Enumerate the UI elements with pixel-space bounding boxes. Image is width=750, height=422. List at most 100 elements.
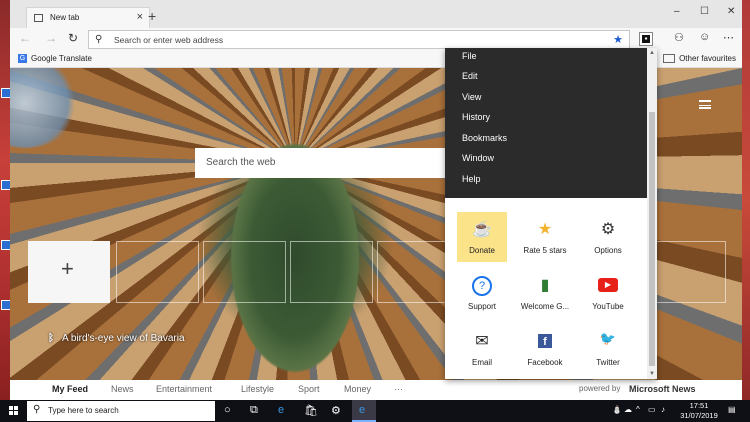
rate-label: Rate 5 stars: [523, 246, 567, 255]
menu-item-file[interactable]: File: [462, 51, 477, 61]
menu-item-help[interactable]: Help: [462, 174, 481, 184]
favourite-label: Google Translate: [31, 54, 92, 63]
menu-item-view[interactable]: View: [462, 92, 481, 102]
tray-overflow-icon[interactable]: ^: [636, 405, 640, 414]
scroll-up-icon[interactable]: ▲: [649, 50, 655, 56]
minimize-button[interactable]: –: [674, 6, 680, 17]
back-icon[interactable]: ←: [19, 31, 31, 45]
star-icon: ★: [537, 221, 553, 238]
plus-icon: +: [61, 256, 74, 281]
coffee-icon: ☕: [472, 221, 492, 238]
page-settings-menu-icon[interactable]: [699, 100, 711, 109]
web-search-placeholder: Search the web: [206, 157, 276, 168]
desktop-left-strip: [0, 0, 11, 400]
notifications-icon[interactable]: ▤: [728, 405, 736, 414]
taskbar: ⚲ Type here to search ○ ⧉ e 🛍 ⚙ e ⛄ ☁ ^ …: [0, 400, 750, 422]
extension-menu-button[interactable]: ▪: [639, 32, 653, 46]
google-translate-icon: G: [18, 54, 27, 64]
facebook-icon: f: [538, 334, 552, 348]
donate-button[interactable]: ☕ Donate: [457, 212, 507, 262]
desktop-right-strip: [742, 0, 750, 400]
task-view-icon[interactable]: ⧉: [250, 404, 258, 417]
twitter-icon: 🐦: [599, 331, 617, 346]
scrollbar-thumb[interactable]: [649, 112, 655, 366]
add-site-tile[interactable]: +: [28, 241, 110, 303]
people-icon[interactable]: ⛄: [612, 405, 622, 414]
menu-item-bookmarks[interactable]: Bookmarks: [462, 133, 507, 143]
taskbar-clock[interactable]: 17:51 31/07/2019: [679, 401, 719, 421]
image-caption[interactable]: ᛒ A bird's-eye view of Bavaria: [48, 333, 185, 344]
bing-logo-icon: ᛒ: [48, 333, 54, 344]
feed-tab-lifestyle[interactable]: Lifestyle: [241, 384, 274, 394]
taskbar-search-box[interactable]: ⚲ Type here to search: [27, 401, 215, 421]
tab-close-icon[interactable]: ×: [137, 11, 143, 23]
favourite-google-translate[interactable]: G Google Translate: [18, 54, 92, 64]
gear-icon: ⚙: [600, 221, 616, 238]
onedrive-icon[interactable]: ☁: [624, 405, 632, 414]
search-icon: ⚲: [33, 404, 41, 415]
twitter-button[interactable]: 🐦 Twitter: [583, 324, 633, 374]
tab-favicon-icon: [34, 14, 43, 22]
other-favourites-label: Other favourites: [679, 54, 736, 63]
options-button[interactable]: ⚙ Options: [583, 212, 633, 262]
edge-browser-icon: e: [359, 404, 366, 416]
email-button[interactable]: ✉ Email: [457, 324, 507, 374]
close-window-button[interactable]: ✕: [727, 6, 735, 17]
empty-site-tile[interactable]: [203, 241, 286, 303]
title-bar: New tab × + – ☐ ✕: [10, 0, 742, 28]
search-icon: ⚲: [95, 34, 103, 45]
edge-active-app[interactable]: e: [352, 400, 376, 422]
feed-tab-sport[interactable]: Sport: [298, 384, 320, 394]
powered-by-label: powered by: [579, 384, 621, 393]
network-icon[interactable]: ▭: [648, 405, 656, 414]
empty-site-tile[interactable]: [290, 241, 373, 303]
scroll-down-icon[interactable]: ▼: [649, 371, 655, 377]
maximize-button[interactable]: ☐: [700, 6, 709, 17]
settings-gear-icon[interactable]: ⚙: [331, 404, 341, 417]
new-tab-button[interactable]: +: [148, 8, 156, 24]
youtube-label: YouTube: [592, 302, 624, 311]
menu-item-edit[interactable]: Edit: [462, 71, 478, 81]
cortana-icon[interactable]: ○: [224, 404, 231, 416]
menu-scrollbar[interactable]: ▲ ▼: [647, 48, 657, 379]
forward-icon[interactable]: →: [45, 31, 57, 45]
youtube-icon: ▶: [598, 278, 618, 292]
empty-site-tile[interactable]: [656, 241, 726, 303]
support-label: Support: [467, 302, 497, 311]
refresh-icon[interactable]: ↻: [68, 31, 78, 45]
other-favourites[interactable]: Other favourites: [663, 54, 736, 64]
feed-tab-news[interactable]: News: [111, 384, 134, 394]
taskbar-search-placeholder: Type here to search: [48, 406, 119, 415]
support-button[interactable]: ? Support: [457, 268, 507, 318]
facebook-label: Facebook: [527, 358, 563, 367]
tab-new-tab[interactable]: New tab ×: [26, 7, 150, 28]
volume-icon[interactable]: ♪: [661, 405, 665, 414]
youtube-button[interactable]: ▶ YouTube: [583, 268, 633, 318]
menu-item-window[interactable]: Window: [462, 153, 494, 163]
empty-site-tile[interactable]: [116, 241, 199, 303]
emoji-icon[interactable]: ☺: [699, 31, 710, 43]
rate-button[interactable]: ★ Rate 5 stars: [520, 212, 570, 262]
menu-item-history[interactable]: History: [462, 112, 490, 122]
feed-tab-entertainment[interactable]: Entertainment: [156, 384, 212, 394]
profile-icon[interactable]: ⚇: [674, 31, 684, 44]
clock-time: 17:51: [689, 401, 709, 410]
store-icon[interactable]: 🛍: [304, 404, 318, 417]
microsoft-news-label[interactable]: Microsoft News: [629, 384, 696, 394]
feed-more-button[interactable]: ···: [394, 384, 403, 394]
question-icon: ?: [472, 276, 492, 296]
feed-tab-money[interactable]: Money: [344, 384, 371, 394]
welcome-button[interactable]: ▮ Welcome G...: [520, 268, 570, 318]
favourite-star-icon[interactable]: ★: [613, 33, 623, 46]
extension-menu-panel: File Edit View History Bookmarks Window …: [445, 48, 657, 379]
address-bar[interactable]: ⚲ Search or enter web address ★: [88, 30, 630, 49]
background-sky: [10, 68, 80, 148]
feed-tab-my-feed[interactable]: My Feed: [52, 384, 88, 394]
edge-icon[interactable]: e: [278, 404, 284, 416]
more-icon[interactable]: ⋯: [723, 31, 734, 44]
options-label: Options: [594, 246, 622, 255]
envelope-icon: ✉: [475, 333, 489, 350]
windows-start-icon[interactable]: [9, 406, 19, 416]
facebook-button[interactable]: f Facebook: [520, 324, 570, 374]
folder-icon: [663, 54, 676, 64]
